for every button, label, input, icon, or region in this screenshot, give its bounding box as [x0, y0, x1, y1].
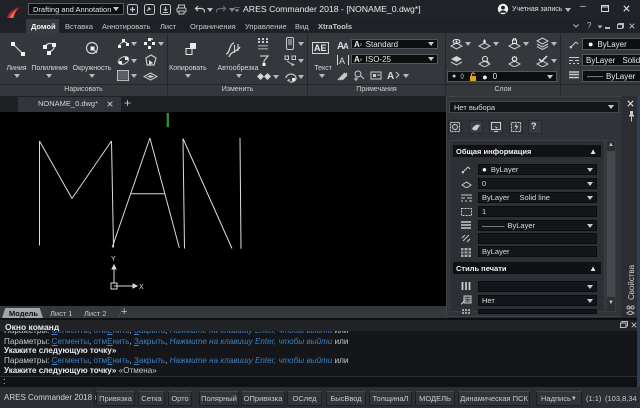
- svg-text:AE: AE: [314, 43, 327, 53]
- svg-text:X: X: [139, 284, 144, 291]
- svg-text:Y: Y: [111, 256, 116, 263]
- svg-text:A: A: [387, 71, 394, 81]
- svg-text:A: A: [343, 42, 349, 50]
- svg-text:A: A: [339, 56, 345, 65]
